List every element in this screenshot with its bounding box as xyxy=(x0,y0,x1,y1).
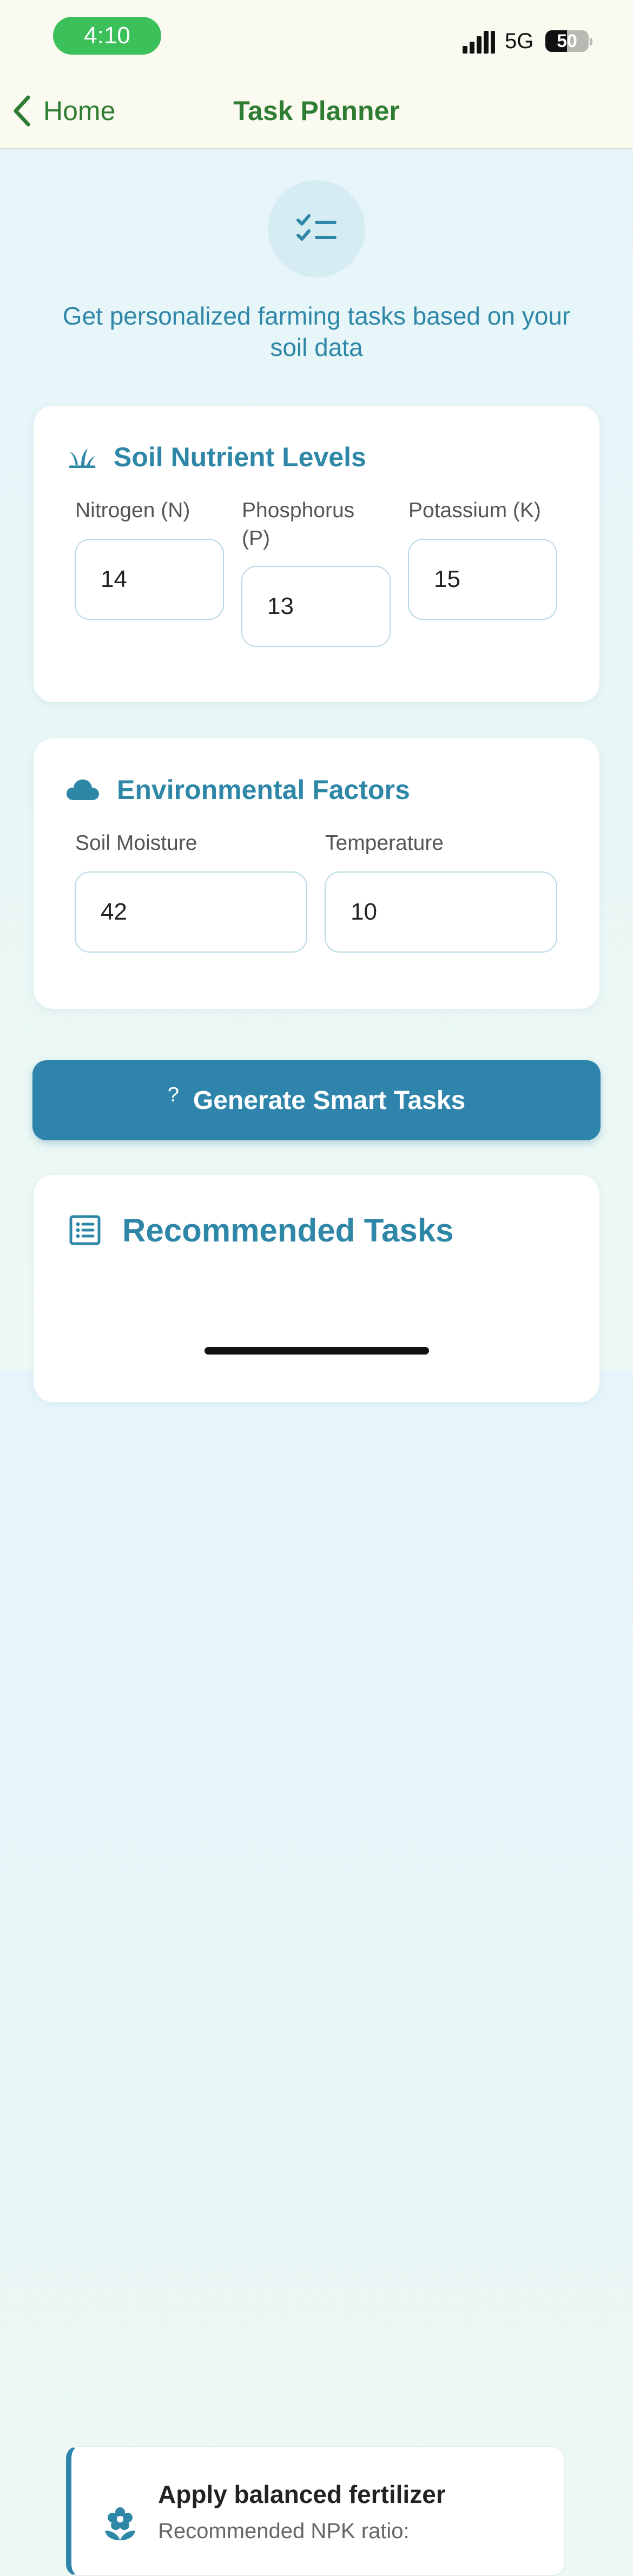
soil-nutrient-card: Soil Nutrient Levels Nitrogen (N) 14 Pho… xyxy=(34,406,599,702)
nitrogen-input[interactable]: 14 xyxy=(75,539,224,620)
network-type: 5G xyxy=(505,29,534,53)
generate-smart-tasks-button[interactable]: ? Generate Smart Tasks xyxy=(32,1060,601,1140)
flower-icon xyxy=(105,2507,135,2540)
tasks-card-header: Recommended Tasks xyxy=(69,1208,453,1252)
home-indicator xyxy=(205,1347,429,1355)
task-title: Apply balanced fertilizer xyxy=(158,2480,446,2508)
battery-tip xyxy=(590,38,592,45)
hero-badge xyxy=(268,180,365,278)
back-button[interactable]: Home xyxy=(12,92,115,130)
potassium-label: Potassium (K) xyxy=(408,499,541,522)
back-label: Home xyxy=(43,96,116,126)
env-card-header: Environmental Factors xyxy=(66,771,410,809)
help-icon: ? xyxy=(167,1083,179,1106)
chevron-left-icon xyxy=(14,95,30,127)
task-item[interactable]: Apply balanced fertilizer Recommended NP… xyxy=(66,2446,565,2576)
checklist-icon xyxy=(296,214,337,241)
potassium-input[interactable]: 15 xyxy=(408,539,557,620)
environmental-factors-card: Environmental Factors Soil Moisture 42 T… xyxy=(34,738,599,1009)
tasks-card-title: Recommended Tasks xyxy=(122,1212,454,1249)
battery-icon: 50 xyxy=(545,30,589,52)
battery-level: 50 xyxy=(557,30,577,51)
soil-moisture-input[interactable]: 42 xyxy=(75,871,307,953)
temperature-label: Temperature xyxy=(325,831,444,855)
phosphorus-input[interactable]: 13 xyxy=(241,566,391,647)
list-icon xyxy=(69,1215,101,1245)
status-time: 4:10 xyxy=(53,17,161,55)
recommended-tasks-card: Recommended Tasks Apply balanced fertili… xyxy=(34,1175,599,2576)
top-bar: 4:10 5G 50 Home Task Planner xyxy=(0,0,633,149)
sprout-icon xyxy=(69,448,96,468)
page-subtitle: Get personalized farming tasks based on … xyxy=(62,302,571,361)
soil-card-header: Soil Nutrient Levels xyxy=(68,438,366,476)
temperature-input[interactable]: 10 xyxy=(325,871,557,953)
nitrogen-label: Nitrogen (N) xyxy=(75,499,190,522)
env-card-title: Environmental Factors xyxy=(117,775,410,805)
phosphorus-label: Phosphorus (P) xyxy=(242,499,355,550)
generate-button-label: Generate Smart Tasks xyxy=(193,1086,466,1115)
signal-icon xyxy=(463,31,495,54)
cloud-icon xyxy=(67,780,99,800)
soil-card-title: Soil Nutrient Levels xyxy=(114,442,366,472)
task-description: Recommended NPK ratio: xyxy=(158,2519,410,2543)
soil-moisture-label: Soil Moisture xyxy=(75,831,197,855)
